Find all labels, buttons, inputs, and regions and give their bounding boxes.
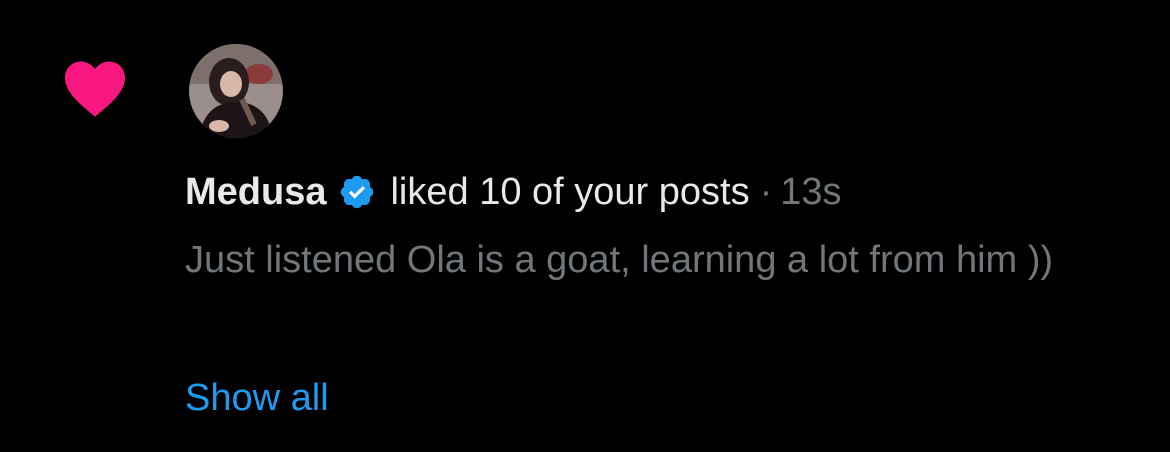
notification-headline: Medusa liked 10 of your posts · 13s [185,166,842,218]
show-all-link[interactable]: Show all [185,372,329,424]
heart-icon [62,58,128,118]
like-notification[interactable]: Medusa liked 10 of your posts · 13s Just… [0,0,1170,452]
post-preview-text: Just listened Ola is a goat, learning a … [185,239,1054,281]
avatar[interactable] [189,44,283,138]
timestamp: 13s [780,171,842,213]
action-text: liked 10 of your posts [390,171,750,213]
separator-dot: · [759,171,773,213]
username[interactable]: Medusa [185,166,326,218]
verified-badge-icon [338,173,376,211]
